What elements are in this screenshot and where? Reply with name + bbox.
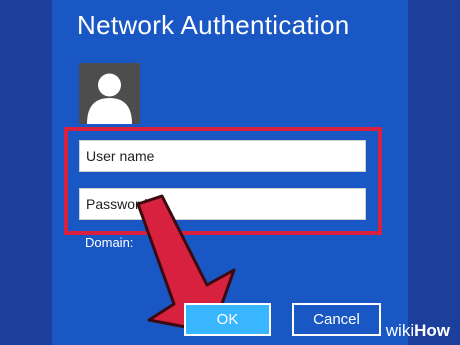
username-field[interactable]: User name <box>79 140 366 172</box>
dialog-title: Network Authentication <box>77 10 350 40</box>
wikihow-logo-wiki: wiki <box>385 321 415 340</box>
user-avatar <box>79 63 140 124</box>
window-frame-left <box>0 0 52 345</box>
cancel-button[interactable]: Cancel <box>292 303 381 336</box>
window-frame-right <box>408 0 460 345</box>
wikihow-logo-how: How <box>414 321 450 340</box>
user-silhouette-icon <box>87 73 132 124</box>
wikihow-logo: wikiHow <box>386 321 450 341</box>
ok-button[interactable]: OK <box>184 303 271 336</box>
